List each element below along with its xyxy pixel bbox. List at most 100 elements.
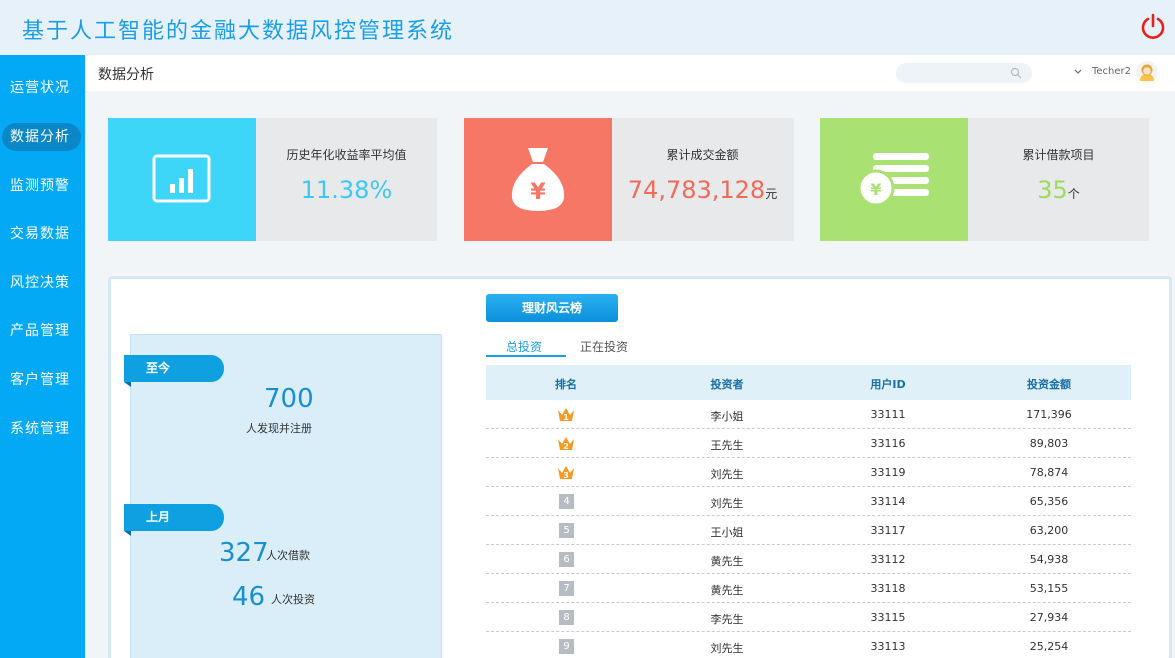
table-row[interactable]: 5 王小姐 33117 63,200 (486, 516, 1131, 545)
sidebar-item-data-analysis[interactable]: 数据分析 (0, 123, 85, 151)
rank-badge: 8 (559, 610, 574, 625)
bar-chart-icon (152, 154, 211, 203)
table-row[interactable]: 8 李先生 33115 27,934 (486, 603, 1131, 632)
cell-id: 33115 (870, 611, 906, 624)
invest-count: 46 (232, 582, 266, 612)
stat-label: 累计借款项目 (1022, 148, 1095, 162)
search-input[interactable] (896, 63, 1032, 83)
stat-card-annual-yield: 历史年化收益率平均值 11.38% (108, 118, 437, 241)
stat-value: 11.38% (256, 176, 437, 204)
tab-total-investment[interactable]: 总投资 (506, 338, 542, 355)
svg-text:¥: ¥ (870, 180, 881, 199)
chevron-down-icon[interactable] (1073, 67, 1083, 77)
user-avatar-icon (1140, 64, 1154, 81)
svg-text:¥: ¥ (530, 180, 546, 205)
cell-investor: 黄先生 (710, 584, 744, 597)
stat-number: 11.38% (300, 176, 393, 204)
stat-number: 74,783,128 (627, 176, 766, 204)
registered-count: 700 (264, 384, 314, 414)
cell-amount: 171,396 (1026, 408, 1072, 421)
sidebar-item-transactions[interactable]: 交易数据 (0, 220, 85, 248)
crown-icon: 2 (557, 435, 575, 452)
cell-amount: 65,356 (1029, 495, 1069, 508)
stat-unit: 元 (765, 187, 778, 201)
cell-investor: 王小姐 (710, 526, 744, 539)
stat-icon-box: ¥ (464, 118, 612, 241)
cell-amount: 54,938 (1029, 553, 1069, 566)
cell-id: 33114 (870, 495, 906, 508)
stat-number: 35 (1037, 176, 1068, 204)
rank-badge: 5 (559, 523, 574, 538)
sidebar-item-label: 客户管理 (10, 372, 70, 388)
cell-amount: 25,254 (1029, 640, 1069, 653)
stat-unit: 个 (1067, 187, 1080, 201)
svg-text:1: 1 (563, 413, 569, 422)
stat-card-total-volume: ¥ 累计成交金额 74,783,128元 (464, 118, 794, 241)
sidebar-item-label: 风控决策 (10, 275, 70, 291)
rank-badge: 9 (559, 639, 574, 654)
username[interactable]: Techer2 (1092, 66, 1131, 77)
active-tab-underline (486, 355, 566, 357)
cell-id: 33119 (870, 466, 906, 479)
coins-icon: ¥ (857, 153, 929, 207)
cell-investor: 黄先生 (710, 555, 744, 568)
last-month-ribbon: 上月 (124, 504, 224, 536)
cell-investor: 李小姐 (710, 410, 744, 423)
table-row[interactable]: 6 黄先生 33112 54,938 (486, 545, 1131, 574)
page-title: 数据分析 (98, 67, 154, 83)
cell-id: 33116 (870, 437, 906, 450)
tab-current-investment[interactable]: 正在投资 (580, 338, 628, 355)
ranking-button[interactable]: 理财风云榜 (486, 294, 618, 322)
top-bar: 基于人工智能的金融大数据风控管理系统 (0, 0, 1175, 55)
stat-value: 74,783,128元 (612, 176, 793, 204)
cell-id: 33117 (870, 524, 906, 537)
crown-icon: 1 (557, 406, 575, 423)
cell-investor: 刘先生 (710, 497, 744, 510)
sidebar-item-monitoring[interactable]: 监测预警 (0, 172, 85, 200)
since-ribbon: 至今 (124, 355, 224, 387)
table-row[interactable]: 7 黄先生 33118 53,155 (486, 574, 1131, 603)
stat-value: 35个 (968, 176, 1149, 204)
ranking-panel: 至今 700 人发现并注册 上月 327 人次借款 46 人次投资 理财风云榜 … (108, 276, 1172, 658)
column-header-investor: 投资者 (710, 378, 744, 391)
cell-amount: 78,874 (1029, 466, 1069, 479)
column-header-user-id: 用户ID (870, 378, 906, 391)
cell-id: 33111 (870, 408, 906, 421)
table-row[interactable]: 9 刘先生 33113 25,254 (486, 632, 1131, 658)
stat-card-loan-projects: ¥ 累计借款项目 35个 (820, 118, 1149, 241)
svg-text:3: 3 (563, 471, 569, 480)
registered-text: 人发现并注册 (246, 422, 312, 435)
money-bag-icon: ¥ (511, 148, 565, 211)
cell-investor: 刘先生 (710, 468, 744, 481)
summary-box: 至今 700 人发现并注册 上月 327 人次借款 46 人次投资 (124, 334, 442, 658)
sidebar-item-products[interactable]: 产品管理 (0, 317, 85, 345)
table-row[interactable]: 1 李小姐 33111 171,396 (486, 400, 1131, 429)
cell-investor: 刘先生 (710, 642, 744, 655)
cell-amount: 63,200 (1029, 524, 1069, 537)
rank-badge: 7 (559, 581, 574, 596)
svg-text:2: 2 (563, 442, 569, 451)
sub-header: 数据分析 Techer2 (85, 55, 1175, 91)
invest-text: 人次投资 (271, 593, 315, 606)
sidebar-item-label: 运营状况 (10, 80, 70, 96)
stat-icon-box: ¥ (820, 118, 968, 241)
column-header-amount: 投资金额 (1027, 378, 1071, 391)
table-row[interactable]: 4 刘先生 33114 65,356 (486, 487, 1131, 516)
avatar[interactable] (1136, 61, 1158, 83)
sidebar-item-system[interactable]: 系统管理 (0, 415, 85, 443)
column-header-rank: 排名 (555, 378, 577, 391)
table-row[interactable]: 3 刘先生 33119 78,874 (486, 458, 1131, 487)
sidebar-item-operations[interactable]: 运营状况 (0, 74, 85, 102)
crown-icon: 3 (557, 464, 575, 481)
table-row[interactable]: 2 王先生 33116 89,803 (486, 429, 1131, 458)
rank-badge: 6 (559, 552, 574, 567)
sidebar-item-label: 监测预警 (10, 178, 70, 194)
app-title: 基于人工智能的金融大数据风控管理系统 (22, 19, 455, 44)
sidebar: 运营状况 数据分析 监测预警 交易数据 风控决策 产品管理 客户管理 系统管理 (0, 55, 85, 658)
cell-id: 33112 (870, 553, 906, 566)
power-icon[interactable] (1140, 13, 1166, 39)
sidebar-item-customers[interactable]: 客户管理 (0, 366, 85, 394)
borrow-text: 人次借款 (266, 549, 310, 562)
stat-label: 历史年化收益率平均值 (286, 148, 407, 162)
sidebar-item-risk-decision[interactable]: 风控决策 (0, 269, 85, 297)
